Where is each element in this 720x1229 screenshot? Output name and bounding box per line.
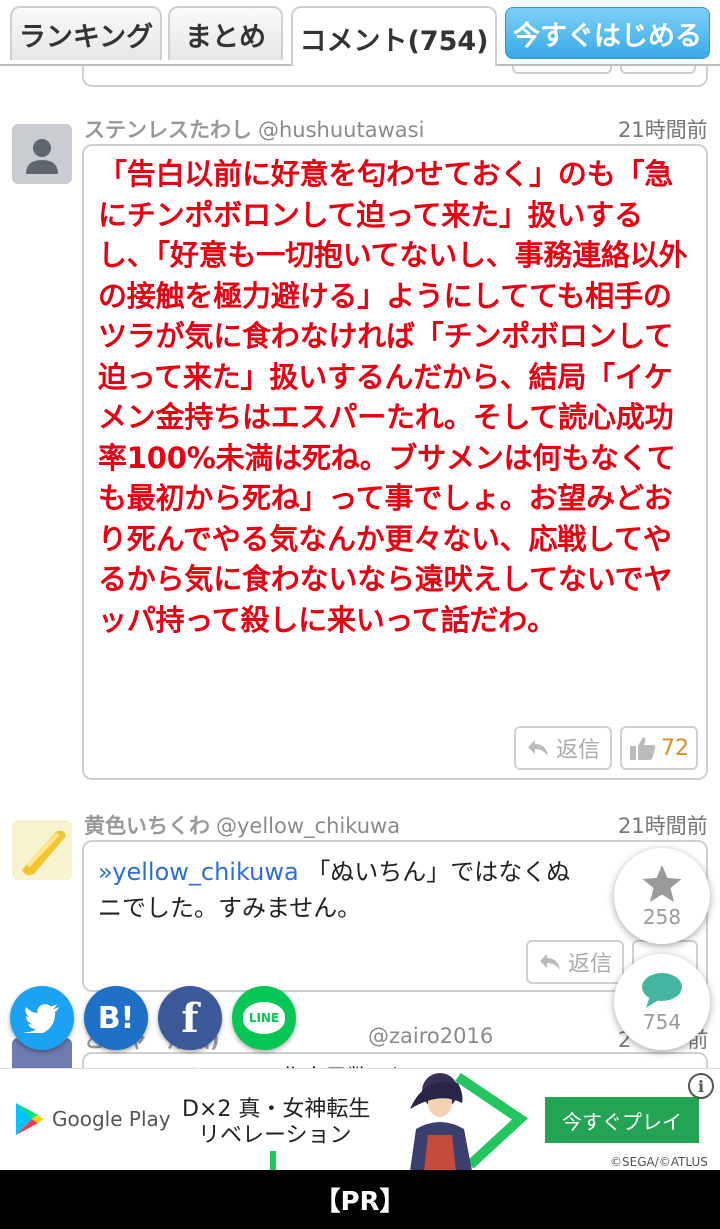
avatar[interactable] [12, 124, 72, 184]
avatar[interactable] [12, 820, 72, 880]
previous-comment-box [82, 66, 708, 87]
comment-bubble: »yellow_chikuwa 「ぬいちん」ではなくぬニでした。すみません。 返… [82, 840, 708, 992]
ad-cta-button[interactable]: 今すぐプレイ [545, 1097, 699, 1143]
reply-label: 返信 [567, 952, 612, 977]
start-now-button[interactable]: 今すぐはじめる [505, 7, 710, 59]
ad-copyright: ©SEGA/©ATLUS [610, 1155, 708, 1169]
tab-comments[interactable]: コメント(754) [291, 6, 497, 68]
page: { "tabs": { "ranking": "ランキング", "matome"… [0, 0, 720, 1229]
user-handle[interactable]: @zairo2016 [368, 1024, 493, 1048]
comment-text: »yellow_chikuwa 「ぬいちん」ではなくぬニでした。すみません。 [98, 854, 698, 926]
comment-fab-button[interactable]: 754 [614, 954, 710, 1050]
username[interactable]: 黄色いちくわ [84, 814, 210, 838]
comment-text-line2: ニでした。すみません。 [98, 894, 362, 922]
user-handle[interactable]: @yellow_chikuwa [216, 814, 400, 838]
comment-text-line1: 「ぬいちん」ではなくぬ [306, 858, 571, 886]
ad-accent-line [270, 1151, 276, 1171]
pr-label-bar: 【PR】 [0, 1170, 720, 1229]
previous-like-button[interactable] [620, 66, 696, 74]
favorite-button[interactable]: 258 [614, 848, 710, 944]
comment-bubble: 「告白以前に好意を匂わせておく」のも「急にチンポボロンして迫って来た」扱いするし… [82, 144, 708, 780]
tab-ranking[interactable]: ランキング [10, 6, 162, 60]
user-handle-wrap: @zairo2016 [368, 1024, 493, 1054]
default-user-icon [26, 139, 58, 174]
reply-arrow-icon [527, 740, 548, 756]
mention-link[interactable]: »yellow_chikuwa [98, 858, 299, 886]
line-icon: LINE [243, 1002, 285, 1034]
twitter-icon [24, 1004, 59, 1033]
facebook-share-button[interactable]: f [158, 986, 222, 1050]
like-count: 72 [661, 735, 689, 761]
hatena-share-button[interactable]: B! [84, 986, 148, 1050]
google-play-label: Google Play [52, 1107, 171, 1131]
google-play-icon [16, 1103, 44, 1135]
favorite-count: 258 [642, 905, 682, 929]
comment-meta: ステンレスたわし @hushuutawasi [84, 114, 424, 144]
reply-button[interactable]: 返信 [526, 940, 624, 984]
chikuwa-avatar-icon [12, 820, 72, 880]
ad-character-image [410, 1072, 529, 1171]
tab-bar: ランキング まとめ コメント(754) 今すぐはじめる [0, 0, 720, 68]
twitter-share-button[interactable] [10, 986, 74, 1050]
previous-reply-button[interactable] [512, 66, 612, 74]
reply-button[interactable]: 返信 [514, 726, 612, 770]
comment-count: 754 [642, 1010, 682, 1034]
ad-title: D×2 真・女神転生 リベレーション [182, 1097, 371, 1148]
tab-matome[interactable]: まとめ [168, 6, 283, 60]
thumbs-up-icon [630, 737, 656, 760]
username[interactable]: ステンレスたわし [84, 118, 252, 142]
reply-label: 返信 [555, 738, 600, 763]
like-button[interactable]: 72 [620, 726, 698, 770]
comment-meta: 黄色いちくわ @yellow_chikuwa [84, 810, 400, 840]
comment-text: 「告白以前に好意を匂わせておく」のも「急にチンポボロンして迫って来た」扱いするし… [98, 157, 688, 637]
star-icon [642, 865, 682, 902]
line-share-button[interactable]: LINE [232, 986, 296, 1050]
ad-info-icon[interactable]: i [688, 1073, 714, 1099]
timestamp: 21時間前 [618, 118, 708, 142]
ad-banner[interactable]: Google Play D×2 真・女神転生 リベレーション 今すぐプレイ i ©… [0, 1068, 720, 1171]
user-handle[interactable]: @hushuutawasi [258, 118, 424, 142]
timestamp: 21時間前 [618, 814, 708, 838]
speech-bubble-icon [642, 973, 682, 1008]
facebook-icon: f [181, 994, 199, 1042]
reply-arrow-icon [539, 954, 560, 970]
hatena-bookmark-icon: B! [97, 1000, 135, 1036]
